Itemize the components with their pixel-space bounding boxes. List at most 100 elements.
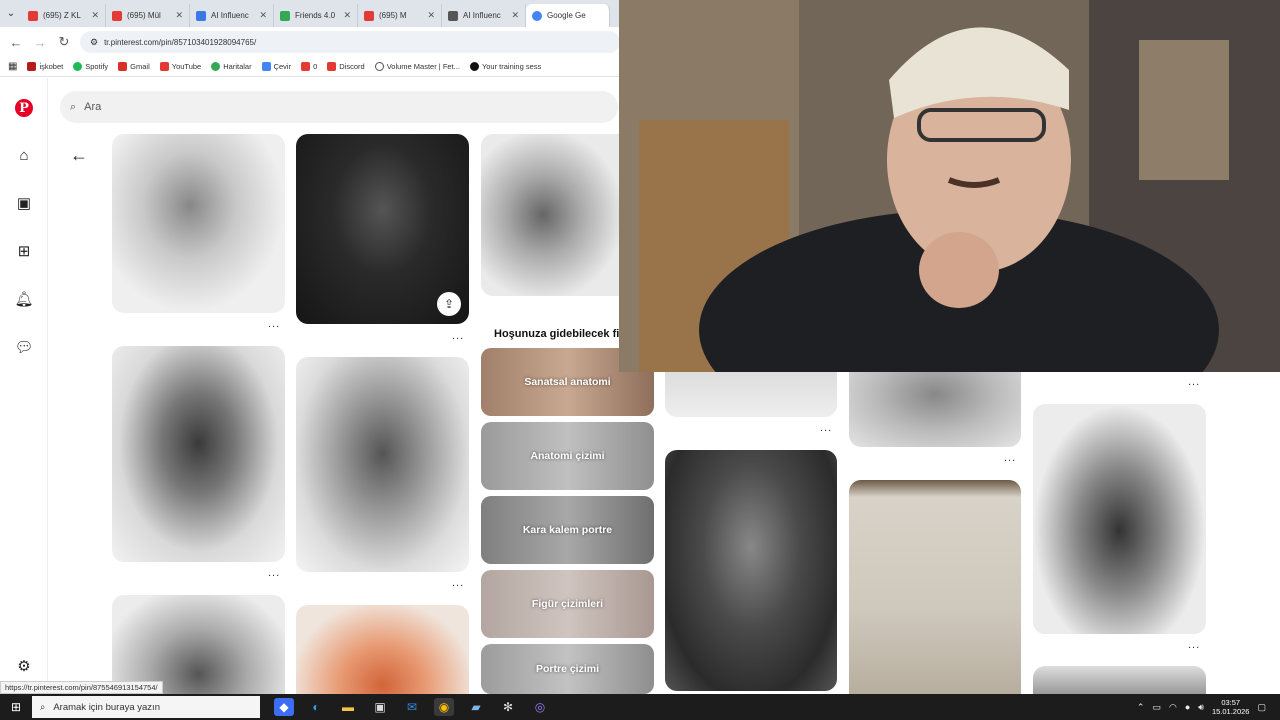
reload-icon[interactable]: ↻ [56,34,72,50]
pin-card[interactable] [849,480,1021,694]
notifications-bell-icon[interactable]: 🔔︎ [14,289,34,309]
pin-card[interactable] [112,595,285,694]
home-icon[interactable]: ⌂ [14,145,34,165]
pin-card[interactable]: ⇪ [296,134,469,324]
browser-tab[interactable]: Friends 4.0 ✕ [274,4,358,27]
idea-portre-cizimi[interactable]: Portre çizimi [481,644,654,694]
more-options-icon[interactable]: ... [1188,376,1200,388]
more-options-icon[interactable]: ... [268,567,280,579]
sheets-icon [280,10,290,21]
browser-tab[interactable]: AI Influenc ✕ [442,4,526,27]
notifications-icon[interactable]: ▢ [1257,702,1266,713]
bookmarks-bar: ▦ i̇şkobet Spotify Gmail YouTube Harital… [0,57,620,77]
pin-card[interactable] [665,450,837,691]
more-options-icon[interactable]: ... [452,577,464,589]
clock[interactable]: 03:57 15.01.2026 [1212,698,1250,716]
pinterest-logo-icon[interactable]: P [14,98,34,118]
create-icon[interactable]: ⊞ [14,241,34,261]
network-icon[interactable]: ▭ [1152,702,1161,713]
bookmark-icon [469,62,479,71]
wifi-icon[interactable]: ◠ [1169,702,1177,713]
pin-card[interactable] [481,134,619,296]
back-arrow-icon[interactable]: ← [70,145,88,166]
forward-icon[interactable]: → [32,35,48,50]
bookmark-item[interactable]: 0 [301,62,317,71]
browser-tab-active[interactable]: Google Ge [526,4,610,27]
openai-icon[interactable]: ✻ [498,698,518,716]
bookmark-item[interactable]: Gmail [118,62,150,71]
pin-card[interactable] [296,357,469,572]
pin-card[interactable] [1033,666,1206,694]
pin-card[interactable] [296,605,469,694]
bookmark-item[interactable]: Spotify [73,62,108,71]
pin-card[interactable] [112,134,285,313]
webcam-overlay [619,0,1280,372]
bookmark-icon [301,62,311,71]
close-icon[interactable]: ✕ [259,10,267,21]
docs-icon [196,10,206,21]
ideas-section-title: Hoşunuza gidebilecek fik [494,328,626,340]
bookmark-item[interactable]: Haritalar [211,62,252,71]
bookmark-item[interactable]: Çevir [261,62,291,71]
idea-kara-kalem-portre[interactable]: Kara kalem portre [481,496,654,564]
gemini-icon [532,10,542,21]
status-bar-url: https://tr.pinterest.com/pin/87554691315… [0,681,163,694]
close-icon[interactable]: ✕ [511,10,519,21]
app-icon[interactable]: ▰ [466,698,486,716]
close-icon[interactable]: ✕ [427,10,435,21]
search-input[interactable]: ⌕ Ara [60,91,618,123]
windows-taskbar: ⊞ ⌕ Aramak için buraya yazın ◆ ◐ ▬ ▣ ✉ ◉… [0,694,1280,720]
share-icon[interactable]: ⇪ [437,292,461,316]
back-icon[interactable]: ← [8,35,24,50]
idea-anatomi-cizimi[interactable]: Anatomi çizimi [481,422,654,490]
idea-figur-cizimleri[interactable]: Figür çizimleri [481,570,654,638]
taskbar-search-input[interactable]: ⌕ Aramak için buraya yazın [32,696,260,718]
file-explorer-icon[interactable]: ▬ [338,698,358,716]
bookmark-icon [327,62,337,71]
browser-tab[interactable]: (695) Mül ✕ [106,4,190,27]
apps-grid-icon[interactable]: ▦ [8,61,17,72]
browser-tab[interactable]: (695) M ✕ [358,4,442,27]
address-bar: ← → ↻ ⚙ tr.pinterest.com/pin/85710340192… [0,27,620,57]
pin-card[interactable] [849,372,1021,447]
pin-card[interactable] [1033,404,1206,634]
more-options-icon[interactable]: ... [1004,452,1016,464]
close-icon[interactable]: ✕ [175,10,183,21]
bookmark-item[interactable]: i̇şkobet [27,62,63,71]
settings-gear-icon[interactable]: ⚙ [14,656,34,676]
bookmark-item[interactable]: Volume Master | Fet... [374,62,460,71]
more-options-icon[interactable]: ... [268,318,280,330]
close-icon[interactable]: ✕ [91,10,99,21]
pin-card[interactable] [665,372,837,417]
browser-tab[interactable]: (695) Z KL ✕ [22,4,106,27]
bookmark-item[interactable]: Discord [327,62,365,71]
browser-tab[interactable]: AI Influenc ✕ [190,4,274,27]
bookmark-item[interactable]: Your training sess [469,62,541,71]
explore-icon[interactable]: ▣ [14,193,34,213]
more-options-icon[interactable]: ... [1188,639,1200,651]
openai-icon [448,10,458,21]
bookmark-item[interactable]: YouTube [159,62,201,71]
more-options-icon[interactable]: ... [452,330,464,342]
obs-icon[interactable]: ◎ [530,698,550,716]
volume-icon[interactable]: 🔊︎ [1198,702,1204,713]
more-options-icon[interactable]: ... [820,422,832,434]
youtube-icon [28,10,38,21]
chrome-icon[interactable]: ◉ [434,698,454,716]
close-icon[interactable]: ✕ [343,10,351,21]
url-field[interactable]: ⚙ tr.pinterest.com/pin/85710340192809476… [80,31,620,53]
webcam-person-image [619,0,1280,372]
tab-search-chevron-icon[interactable]: ⌄ [0,8,22,19]
edge-icon[interactable]: ◐ [306,698,326,716]
microphone-icon[interactable]: ● [1185,702,1190,712]
pin-card[interactable] [112,346,285,562]
youtube-icon [112,10,122,21]
copilot-icon[interactable]: ◆ [274,698,294,716]
youtube-icon [364,10,374,21]
windows-start-icon[interactable]: ⊞ [0,694,32,720]
mail-icon[interactable]: ✉ [402,698,422,716]
chevron-up-icon[interactable]: ⌃ [1137,702,1145,713]
messages-icon[interactable]: 💬︎ [14,337,34,357]
store-icon[interactable]: ▣ [370,698,390,716]
site-info-icon[interactable]: ⚙ [90,37,98,48]
